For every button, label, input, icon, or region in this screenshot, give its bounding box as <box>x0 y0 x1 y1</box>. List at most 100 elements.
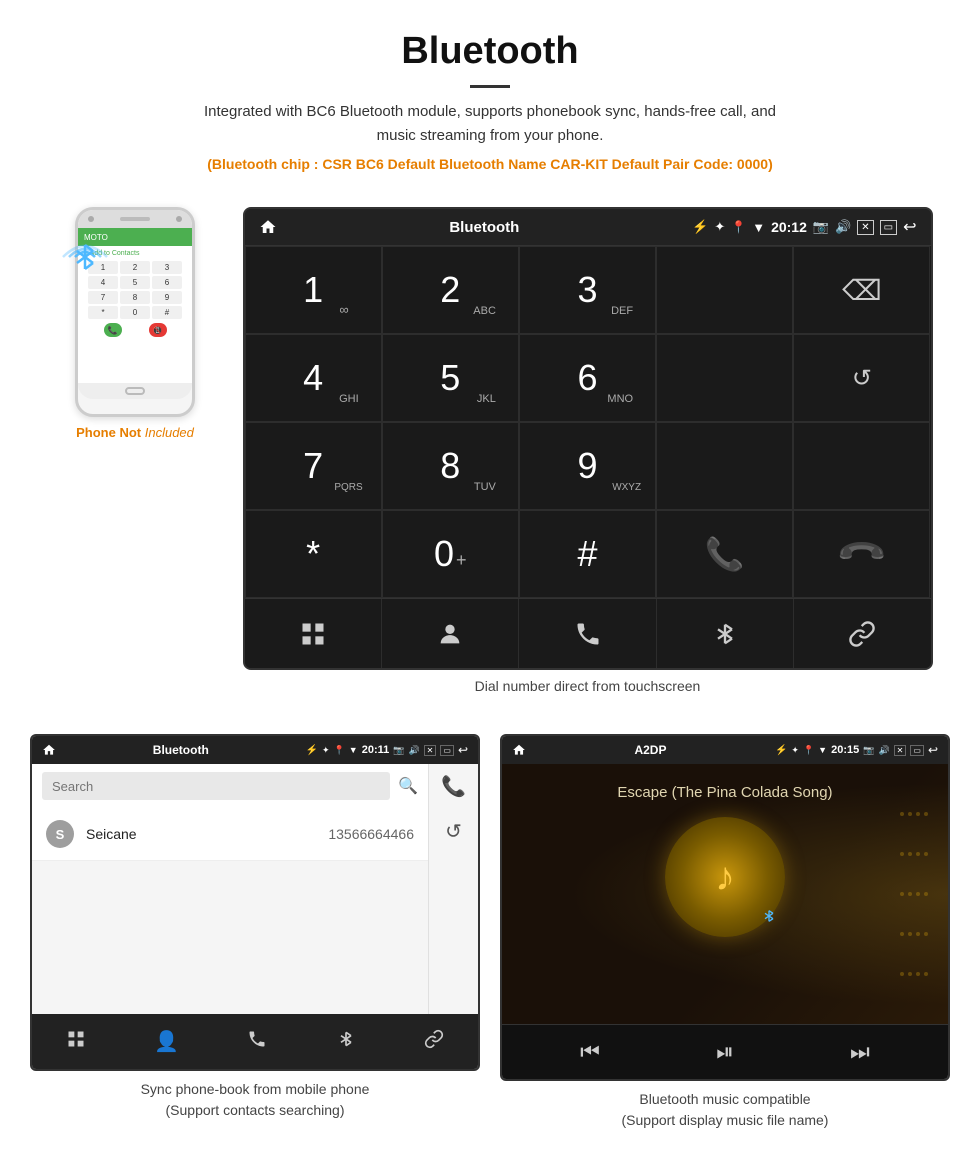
pb-nav-phone[interactable] <box>247 1029 267 1055</box>
music-loc-icon: 📍 <box>803 745 814 756</box>
dialpad-call-button[interactable]: 📞 <box>656 510 793 598</box>
music-status-title: A2DP <box>530 743 771 757</box>
refresh-icon: ↺ <box>852 364 872 393</box>
dialpad-key-2[interactable]: 2 ABC <box>382 246 519 334</box>
nav-bluetooth[interactable] <box>657 599 794 668</box>
phonebook-caption: Sync phone-book from mobile phone (Suppo… <box>141 1079 370 1121</box>
phone-dot-2 <box>176 216 182 222</box>
bottom-nav-bar <box>245 598 931 668</box>
dialpad-key-star[interactable]: * <box>245 510 382 598</box>
volume-icon: 🔊 <box>835 219 851 235</box>
contact-avatar: S <box>46 820 74 848</box>
bottom-screenshots: Bluetooth ⚡ ✦ 📍 ▼ 20:11 📷 🔊 ✕ ▭ ↩ 🔍 <box>0 714 980 1151</box>
music-bt-icon: ✦ <box>791 745 799 756</box>
phonebook-vol-icon: 🔊 <box>408 745 419 756</box>
music-main-area: Escape (The Pina Colada Song) ♪ <box>502 764 948 1024</box>
key-0-plus: + <box>456 550 467 571</box>
bluetooth-signal-area <box>55 227 115 292</box>
phone-home-button <box>125 387 145 395</box>
music-x-icon: ✕ <box>894 745 907 756</box>
key-star-number: * <box>306 536 320 572</box>
phone-key-3: 3 <box>152 261 182 274</box>
dialpad-end-button[interactable]: 📞 <box>793 510 930 598</box>
dialpad-key-6[interactable]: 6 MNO <box>519 334 656 422</box>
key-1-number: 1 <box>303 272 323 308</box>
key-6-number: 6 <box>577 360 597 396</box>
signal-icon: ▼ <box>752 220 765 235</box>
backspace-icon: ⌫ <box>842 274 882 307</box>
car-dial-screen: Bluetooth ⚡ ✦ 📍 ▼ 20:12 📷 🔊 ✕ ▭ ↩ <box>243 207 933 670</box>
status-bar-title: Bluetooth <box>283 219 687 236</box>
music-vol-icon: 🔊 <box>878 745 889 756</box>
key-9-sub: WXYZ <box>612 482 641 493</box>
phonebook-left-panel: 🔍 S Seicane 13566664466 <box>32 764 428 1014</box>
nav-phone[interactable] <box>519 599 656 668</box>
phone-key-6: 6 <box>152 276 182 289</box>
phonebook-cam-icon: 📷 <box>393 745 404 756</box>
phonebook-search-input[interactable] <box>42 772 390 800</box>
dialpad-key-5[interactable]: 5 JKL <box>382 334 519 422</box>
contact-phone: 13566664466 <box>328 826 414 842</box>
phone-not-included-label: Phone Not Included <box>76 425 194 440</box>
phonebook-main-area: 🔍 S Seicane 13566664466 📞 ↺ <box>32 764 478 1014</box>
phone-bottom-bar <box>78 383 192 399</box>
dialpad-backspace[interactable]: ⌫ <box>793 246 930 334</box>
bluetooth-nav-icon <box>711 620 739 648</box>
phone-container: MOTO + Add to Contacts 1 2 3 4 5 6 7 8 <box>48 207 223 440</box>
music-note-icon: ♪ <box>715 855 735 900</box>
phonebook-contact-row: S Seicane 13566664466 <box>32 808 428 861</box>
next-track-icon[interactable]: ⏭ <box>850 1039 870 1065</box>
phone-key-7: 7 <box>88 291 118 304</box>
music-usb-icon: ⚡ <box>775 745 787 756</box>
bluetooth-status-icon: ✦ <box>714 219 725 235</box>
pb-nav-grid[interactable] <box>66 1029 86 1055</box>
music-bt-badge <box>761 908 777 929</box>
dialpad-key-9[interactable]: 9 WXYZ <box>519 422 656 510</box>
phonebook-loc-icon: 📍 <box>334 745 345 756</box>
pb-link-icon <box>424 1029 444 1049</box>
key-4-sub: GHI <box>339 393 359 405</box>
music-screen-container: A2DP ⚡ ✦ 📍 ▼ 20:15 📷 🔊 ✕ ▭ ↩ <box>500 734 950 1081</box>
key-7-wrap: 7 PQRS <box>303 448 323 484</box>
phonebook-screen-container: Bluetooth ⚡ ✦ 📍 ▼ 20:11 📷 🔊 ✕ ▭ ↩ 🔍 <box>30 734 480 1071</box>
dialpad-refresh[interactable]: ↺ <box>793 334 930 422</box>
dialpad-key-7[interactable]: 7 PQRS <box>245 422 382 510</box>
key-0-number: 0 <box>434 536 454 572</box>
phonebook-status-title: Bluetooth <box>60 743 302 757</box>
music-song-title: Escape (The Pina Colada Song) <box>617 784 832 801</box>
phonebook-home-icon <box>42 743 56 757</box>
phone-top-bar <box>78 210 192 228</box>
nav-contacts[interactable] <box>382 599 519 668</box>
music-block: A2DP ⚡ ✦ 📍 ▼ 20:15 📷 🔊 ✕ ▭ ↩ <box>500 734 950 1131</box>
dialpad-key-3[interactable]: 3 DEF <box>519 246 656 334</box>
end-call-icon: 📞 <box>834 526 889 581</box>
pb-grid-icon <box>66 1029 86 1049</box>
key-2-sub: ABC <box>473 305 496 317</box>
key-7-sub: PQRS <box>334 482 362 493</box>
key-6-wrap: 6 MNO <box>577 360 597 396</box>
key-5-number: 5 <box>440 360 460 396</box>
music-caption-line1: Bluetooth music compatible <box>639 1091 810 1107</box>
nav-link[interactable] <box>794 599 930 668</box>
phonebook-screen-icon: ▭ <box>440 745 454 756</box>
play-pause-icon[interactable]: ⏯ <box>716 1039 734 1065</box>
dialpad-key-hash[interactable]: # <box>519 510 656 598</box>
dial-caption: Dial number direct from touchscreen <box>475 678 701 694</box>
pb-nav-person[interactable]: 👤 <box>154 1029 179 1054</box>
key-3-wrap: 3 DEF <box>577 272 597 308</box>
phonebook-status-bar: Bluetooth ⚡ ✦ 📍 ▼ 20:11 📷 🔊 ✕ ▭ ↩ <box>32 736 478 764</box>
phone-not-included-text-2: Included <box>145 425 194 440</box>
phone-dot <box>88 216 94 222</box>
bluetooth-waves-icon <box>55 227 115 287</box>
pb-nav-link[interactable] <box>424 1029 444 1055</box>
prev-track-icon[interactable]: ⏮ <box>580 1039 600 1065</box>
music-home-icon <box>512 743 526 757</box>
phonebook-bottom-bar: 👤 <box>32 1014 478 1069</box>
dialpad-key-0[interactable]: 0 + <box>382 510 519 598</box>
dialpad-key-4[interactable]: 4 GHI <box>245 334 382 422</box>
dialpad-key-1[interactable]: 1 ∞ <box>245 246 382 334</box>
dialpad-key-8[interactable]: 8 TUV <box>382 422 519 510</box>
key-8-wrap: 8 TUV <box>440 448 460 484</box>
pb-nav-bluetooth[interactable] <box>336 1029 356 1055</box>
nav-grid[interactable] <box>245 599 382 668</box>
